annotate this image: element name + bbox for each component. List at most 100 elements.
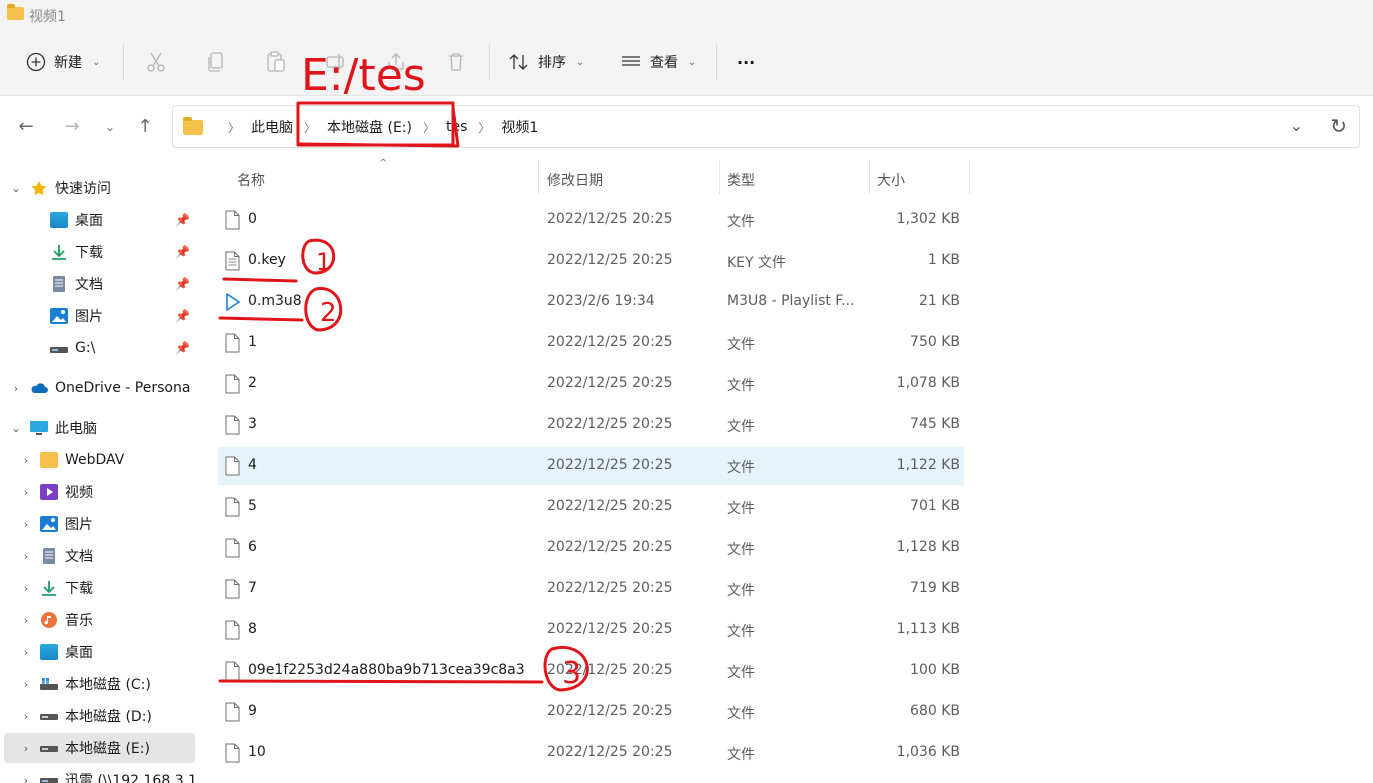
blank-file-icon [225,333,240,353]
new-button[interactable]: 新建 ⌄ [26,44,100,80]
table-row[interactable]: 9 2022/12/25 20:25 文件 680 KB [218,693,964,731]
column-divider[interactable] [969,160,970,194]
chevron-right-icon[interactable]: › [20,454,32,467]
up-arrow-icon[interactable]: ↑ [133,115,157,139]
breadcrumb-drive-e[interactable]: 本地磁盘 (E:) [327,117,412,137]
chevron-right-icon[interactable]: › [20,646,32,659]
column-header-name[interactable]: 名称 [237,170,265,190]
file-date: 2022/12/25 20:25 [547,539,673,555]
sidebar-item-pc-downloads[interactable]: › 下载 [0,573,200,603]
table-row[interactable]: 7 2022/12/25 20:25 文件 719 KB [218,570,964,608]
column-divider[interactable] [869,160,870,194]
sidebar-item-music[interactable]: › 音乐 [0,605,200,635]
rename-icon[interactable] [324,50,348,74]
title-bar: 视频1 [0,0,1373,30]
chevron-right-icon[interactable]: › [20,742,32,755]
breadcrumb-video1[interactable]: 视频1 [501,117,538,137]
table-row[interactable]: 2 2022/12/25 20:25 文件 1,078 KB [218,365,964,403]
blank-file-icon [225,702,240,722]
chevron-down-icon[interactable]: ⌄ [10,422,22,435]
chevron-right-icon[interactable]: › [20,518,32,531]
chevron-down-icon[interactable]: ⌄ [1290,116,1303,135]
sidebar-item-drive-d[interactable]: › 本地磁盘 (D:) [0,701,200,731]
file-size: 680 KB [910,703,960,719]
table-row[interactable]: 09e1f2253d24a880ba9b713cea39c8a3 2022/12/… [218,652,964,690]
sidebar-item-this-pc[interactable]: ⌄ 此电脑 [0,413,200,443]
table-row[interactable]: 1 2022/12/25 20:25 文件 750 KB [218,324,964,362]
table-row[interactable]: 10 2022/12/25 20:25 文件 1,036 KB [218,734,964,772]
chevron-right-icon[interactable]: › [20,614,32,627]
view-button[interactable]: 查看 ⌄ [620,44,696,80]
copy-icon[interactable] [204,50,228,74]
address-bar[interactable]: 〉 此电脑 〉 本地磁盘 (E:) 〉 tes 〉 视频1 ⌄ ↻ [172,105,1360,148]
sidebar-item-onedrive[interactable]: › OneDrive - Persona [0,373,200,403]
file-name: 10 [248,744,266,760]
breadcrumb-tes[interactable]: tes [446,119,467,135]
navigation-bar: ← → ⌄ ↑ 〉 此电脑 〉 本地磁盘 (E:) 〉 tes 〉 视频1 ⌄ … [0,97,1373,159]
forward-arrow-icon[interactable]: → [60,115,84,139]
more-button[interactable]: ··· [737,44,755,80]
cut-icon[interactable] [144,50,168,74]
chevron-right-icon[interactable]: › [10,382,22,395]
paste-icon[interactable] [264,50,288,74]
sidebar-item-pc-documents[interactable]: › 文档 [0,541,200,571]
table-row[interactable]: 0.m3u8 2023/2/6 19:34 M3U8 - Playlist F...… [218,283,964,321]
recent-locations-icon[interactable]: ⌄ [98,115,122,139]
file-type: 文件 [727,419,755,435]
table-row[interactable]: 5 2022/12/25 20:25 文件 701 KB [218,488,964,526]
sidebar-item-xunlei[interactable]: › 迅雷 (\\192.168.3.1 [0,765,200,783]
column-divider[interactable] [719,160,720,194]
sidebar-item-desktop[interactable]: 桌面 📌 [0,205,200,235]
sidebar-item-label: 此电脑 [55,421,97,437]
chevron-right-icon[interactable]: › [20,486,32,499]
sidebar-item-g-drive[interactable]: G:\ 📌 [0,333,200,363]
desktop-icon [40,644,58,660]
sidebar-item-pc-desktop[interactable]: › 桌面 [0,637,200,667]
refresh-icon[interactable]: ↻ [1330,114,1347,138]
pin-icon: 📌 [175,341,190,355]
sidebar-item-label: 本地磁盘 (C:) [65,677,151,693]
column-header-size[interactable]: 大小 [877,170,905,190]
chevron-right-icon[interactable]: › [20,710,32,723]
sidebar-item-downloads[interactable]: 下载 📌 [0,237,200,267]
sidebar-item-videos[interactable]: › 视频 [0,477,200,507]
network-drive-icon [50,347,68,353]
sidebar-item-pc-pictures[interactable]: › 图片 [0,509,200,539]
file-type: 文件 [727,542,755,558]
sidebar-item-documents[interactable]: 文档 📌 [0,269,200,299]
sidebar-item-drive-c[interactable]: › 本地磁盘 (C:) [0,669,200,699]
chevron-right-icon[interactable]: › [20,550,32,563]
sidebar-item-quick-access[interactable]: ⌄ 快速访问 [0,173,200,203]
sidebar-item-label: 下载 [65,581,93,597]
chevron-right-icon[interactable]: › [20,678,32,691]
sidebar-item-label: WebDAV [65,452,125,468]
column-divider[interactable] [538,160,539,194]
chevron-right-icon[interactable]: › [20,582,32,595]
sidebar-item-pictures[interactable]: 图片 📌 [0,301,200,331]
table-row[interactable]: 8 2022/12/25 20:25 文件 1,113 KB [218,611,964,649]
pin-icon: 📌 [175,309,190,323]
chevron-down-icon[interactable]: ⌄ [10,182,22,195]
table-row[interactable]: 6 2022/12/25 20:25 文件 1,128 KB [218,529,964,567]
table-row[interactable]: 0 2022/12/25 20:25 文件 1,302 KB [218,201,964,239]
breadcrumb-this-pc[interactable]: 此电脑 [251,117,293,137]
download-icon [52,245,66,260]
table-row[interactable]: 4 2022/12/25 20:25 文件 1,122 KB [218,447,964,485]
chevron-right-icon[interactable]: › [20,774,32,783]
table-row[interactable]: 3 2022/12/25 20:25 文件 745 KB [218,406,964,444]
sidebar-item-webdav[interactable]: › WebDAV [0,445,200,475]
table-row[interactable]: 0.key 2022/12/25 20:25 KEY 文件 1 KB [218,242,964,280]
column-header-type[interactable]: 类型 [727,170,755,190]
chevron-down-icon: ⌄ [92,56,101,68]
toolbar-divider [489,44,490,80]
sort-button[interactable]: 排序 ⌄ [508,44,584,80]
blank-file-icon [225,497,240,517]
drive-icon [40,714,58,720]
sidebar-item-drive-e[interactable]: › 本地磁盘 (E:) [4,733,195,763]
column-header-date[interactable]: 修改日期 [547,170,603,190]
file-date: 2022/12/25 20:25 [547,375,673,391]
share-icon[interactable] [384,50,408,74]
back-arrow-icon[interactable]: ← [14,115,38,139]
drive-icon [40,746,58,752]
delete-icon[interactable] [444,50,468,74]
